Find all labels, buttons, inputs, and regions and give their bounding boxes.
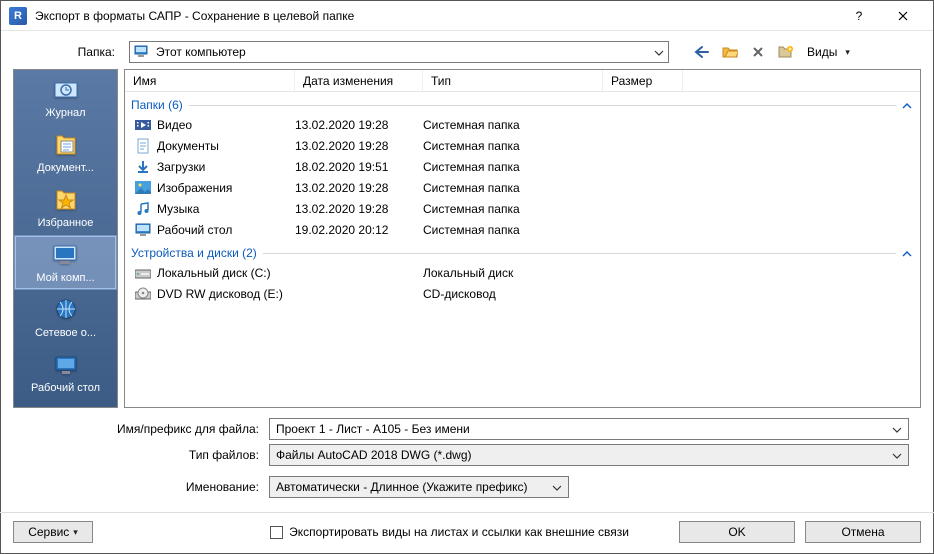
places-item-label: Избранное [16,217,115,229]
col-size[interactable]: Размер [603,70,683,91]
places-item-label: Мой комп... [16,272,115,284]
places-item-favorites[interactable]: Избранное [14,180,117,235]
help-button[interactable]: ? [837,2,881,30]
this-pc-icon [134,45,150,60]
places-sidebar: Журнал Документ... Избранное Мой комп...… [13,69,118,408]
collapse-icon[interactable] [902,246,912,260]
group-label: Устройства и диски (2) [131,246,257,260]
places-item-my-computer[interactable]: Мой комп... [14,235,117,290]
chevron-down-icon [654,45,664,59]
video-icon [135,117,151,133]
folder-combo[interactable]: Этот компьютер [129,41,669,63]
group-devices[interactable]: Устройства и диски (2) [131,246,914,260]
network-icon [50,296,82,324]
places-item-history[interactable]: Журнал [14,70,117,125]
desktop-icon [50,351,82,379]
cancel-button[interactable]: Отмена [805,521,921,543]
file-list: Имя Дата изменения Тип Размер Папки (6) … [124,69,921,408]
folder-item[interactable]: Загрузки 18.02.2020 19:51 Системная папк… [131,156,914,177]
views-label: Виды [807,45,837,59]
back-button[interactable] [691,41,713,63]
computer-icon [50,241,82,269]
group-label: Папки (6) [131,98,183,112]
desktop-icon [135,222,151,238]
chevron-down-icon [552,480,562,494]
close-icon [898,11,908,21]
collapse-icon[interactable] [902,98,912,112]
col-type[interactable]: Тип [423,70,603,91]
filetype-value: Файлы AutoCAD 2018 DWG (*.dwg) [276,448,472,462]
folder-label: Папка: [13,45,123,59]
new-folder-button[interactable] [775,41,797,63]
naming-value: Автоматически - Длинное (Укажите префикс… [276,480,528,494]
col-name[interactable]: Имя [125,70,295,91]
filetype-label: Тип файлов: [13,448,269,462]
chevron-down-icon: ▾ [73,527,78,538]
folder-item[interactable]: Документы 13.02.2020 19:28 Системная пап… [131,135,914,156]
naming-combo[interactable]: Автоматически - Длинное (Укажите префикс… [269,476,569,498]
filename-combo[interactable]: Проект 1 - Лист - А105 - Без имени [269,418,909,440]
folder-item[interactable]: Видео 13.02.2020 19:28 Системная папка [131,114,914,135]
naming-label: Именование: [13,480,269,494]
service-label: Сервис [28,525,69,539]
col-date[interactable]: Дата изменения [295,70,423,91]
titlebar: R Экспорт в форматы САПР - Сохранение в … [1,1,933,31]
export-links-label: Экспортировать виды на листах и ссылки к… [289,525,629,539]
ok-button[interactable]: OK [679,521,795,543]
filetype-combo[interactable]: Файлы AutoCAD 2018 DWG (*.dwg) [269,444,909,466]
image-icon [135,180,151,196]
music-icon [135,201,151,217]
export-links-checkbox[interactable]: Экспортировать виды на листах и ссылки к… [270,525,629,539]
folder-item[interactable]: Изображения 13.02.2020 19:28 Системная п… [131,177,914,198]
places-item-label: Журнал [16,107,115,119]
places-item-network[interactable]: Сетевое о... [14,290,117,345]
places-item-documents[interactable]: Документ... [14,125,117,180]
up-folder-button[interactable] [719,41,741,63]
drive-item[interactable]: Локальный диск (C:) Локальный диск [131,262,914,283]
download-icon [135,159,151,175]
app-icon: R [9,7,27,25]
chevron-down-icon [892,448,902,462]
history-icon [50,76,82,104]
drive-item[interactable]: DVD RW дисковод (E:) CD-дисковод [131,283,914,304]
chevron-down-icon: ▾ [845,47,850,58]
group-folders[interactable]: Папки (6) [131,98,914,112]
new-folder-icon [778,45,794,59]
favorites-icon [50,186,82,214]
places-item-label: Сетевое о... [16,327,115,339]
dvd-icon [135,286,151,302]
places-item-desktop[interactable]: Рабочий стол [14,345,117,400]
folder-combo-value: Этот компьютер [156,45,246,59]
places-item-label: Рабочий стол [16,382,115,394]
checkbox-icon [270,526,283,539]
filename-value: Проект 1 - Лист - А105 - Без имени [276,422,470,436]
delete-button[interactable] [747,41,769,63]
folder-item[interactable]: Рабочий стол 19.02.2020 20:12 Системная … [131,219,914,240]
back-arrow-icon [694,45,710,59]
delete-icon [752,46,764,58]
views-dropdown[interactable]: Виды ▾ [803,41,854,63]
folder-open-icon [722,45,738,59]
service-button[interactable]: Сервис ▾ [13,521,93,543]
chevron-down-icon [892,422,902,436]
filename-label: Имя/префикс для файла: [13,422,269,436]
close-button[interactable] [881,2,925,30]
column-headers: Имя Дата изменения Тип Размер [125,70,920,92]
documents-icon [50,131,82,159]
document-icon [135,138,151,154]
places-item-label: Документ... [16,162,115,174]
folder-item[interactable]: Музыка 13.02.2020 19:28 Системная папка [131,198,914,219]
window-title: Экспорт в форматы САПР - Сохранение в це… [35,9,837,23]
hdd-icon [135,265,151,281]
